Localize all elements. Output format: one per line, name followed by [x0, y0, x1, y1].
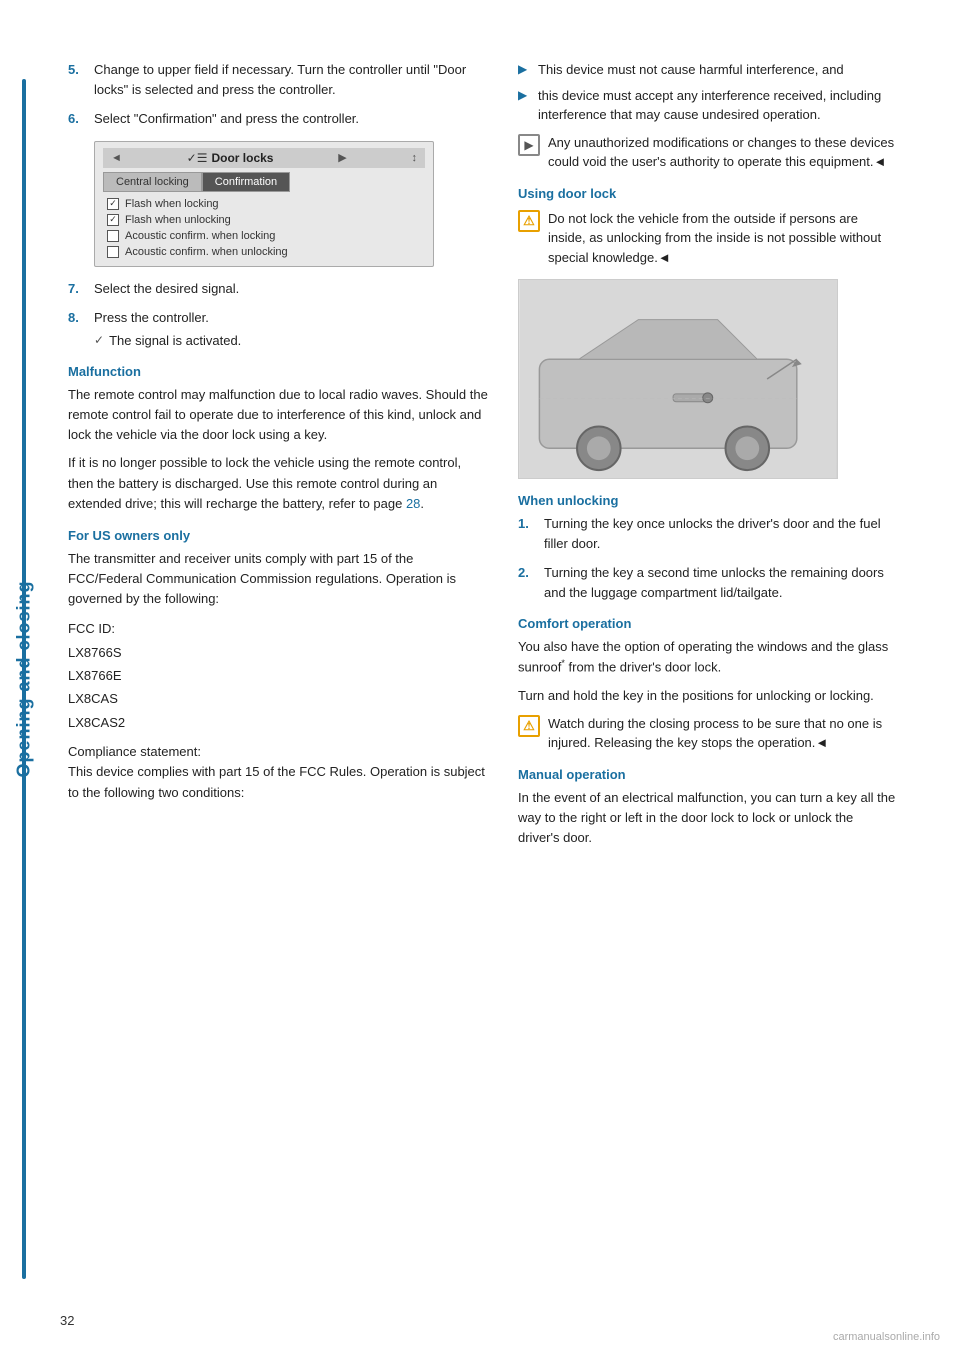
menu-arrow-right: ▶ [338, 151, 346, 164]
compliance-label: Compliance statement: [68, 744, 201, 759]
note-text: Any unauthorized modifications or change… [548, 133, 898, 172]
step-8: 8. Press the controller. ✓ The signal is… [68, 308, 488, 350]
fcc-id-val-2: LX8766E [68, 664, 488, 687]
fcc-id-val-3: LX8CAS [68, 687, 488, 710]
menu-row-4-text: Acoustic confirm. when unlocking [125, 246, 288, 258]
compliance-text: Compliance statement: This device compli… [68, 742, 488, 802]
menu-tab-central: Central locking [103, 172, 202, 192]
menu-square-3 [107, 230, 119, 242]
malfunction-heading: Malfunction [68, 364, 488, 379]
step-7-text: Select the desired signal. [94, 279, 239, 299]
menu-arrow-left: ◄ [111, 152, 122, 164]
unlock-step-1-text: Turning the key once unlocks the driver'… [544, 514, 898, 553]
left-column: 5. Change to upper field if necessary. T… [68, 60, 488, 1298]
menu-sort-icon: ↕ [411, 152, 417, 164]
door-lock-warning: ⚠ Do not lock the vehicle from the outsi… [518, 209, 898, 268]
warning-icon-1: ⚠ [518, 210, 540, 232]
menu-header: ◄ ✓☰ Door locks ▶ ↕ [103, 148, 425, 168]
bullet-item-1: ▶ This device must not cause harmful int… [518, 60, 898, 80]
menu-row-2-text: Flash when unlocking [125, 214, 231, 226]
menu-checkbox-1 [107, 198, 119, 210]
step-6-text: Select "Confirmation" and press the cont… [94, 109, 359, 129]
manual-operation-para1: In the event of an electrical malfunctio… [518, 788, 898, 848]
step-6-num: 6. [68, 109, 86, 129]
bullet-text-1: This device must not cause harmful inter… [538, 60, 844, 80]
malfunction-para2: If it is no longer possible to lock the … [68, 453, 488, 513]
unlock-step-1-num: 1. [518, 514, 536, 553]
warning-icon-2: ⚠ [518, 715, 540, 737]
step-6: 6. Select "Confirmation" and press the c… [68, 109, 488, 129]
menu-row-1: Flash when locking [103, 196, 425, 212]
sidebar-label: Opening and closing [14, 580, 35, 777]
comfort-operation-heading: Comfort operation [518, 616, 898, 631]
for-us-para1: The transmitter and receiver units compl… [68, 549, 488, 609]
unlock-step-1: 1. Turning the key once unlocks the driv… [518, 514, 898, 553]
step-8-num: 8. [68, 308, 86, 350]
step-8-sub: The signal is activated. [109, 331, 241, 351]
comfort-warning: ⚠ Watch during the closing process to be… [518, 714, 898, 753]
step-5-text: Change to upper field if necessary. Turn… [94, 60, 488, 99]
page-number: 32 [60, 1313, 74, 1328]
menu-tabs: Central locking Confirmation [103, 172, 425, 192]
page-link-28[interactable]: 28 [406, 496, 420, 511]
door-lock-warning-text: Do not lock the vehicle from the outside… [548, 209, 898, 268]
sidebar: Opening and closing [0, 0, 48, 1358]
for-us-heading: For US owners only [68, 528, 488, 543]
checkmark-icon: ✓ [94, 331, 104, 349]
car-door-image [518, 279, 838, 479]
menu-square-4 [107, 246, 119, 258]
unlock-step-2-num: 2. [518, 563, 536, 602]
menu-row-3-text: Acoustic confirm. when locking [125, 230, 275, 242]
note-icon: ▶ [518, 134, 540, 156]
fcc-id-val-4: LX8CAS2 [68, 711, 488, 734]
menu-row-1-text: Flash when locking [125, 198, 219, 210]
manual-operation-heading: Manual operation [518, 767, 898, 782]
when-unlocking-heading: When unlocking [518, 493, 898, 508]
menu-row-2: Flash when unlocking [103, 212, 425, 228]
compliance-body: This device complies with part 15 of the… [68, 764, 485, 799]
main-content: 5. Change to upper field if necessary. T… [48, 0, 960, 1358]
comfort-para2: Turn and hold the key in the positions f… [518, 686, 898, 706]
fcc-id-list: FCC ID: LX8766S LX8766E LX8CAS LX8CAS2 [68, 617, 488, 734]
menu-screenshot: ◄ ✓☰ Door locks ▶ ↕ Central locking Conf… [94, 141, 434, 267]
unlock-step-2-text: Turning the key a second time unlocks th… [544, 563, 898, 602]
menu-row-4: Acoustic confirm. when unlocking [103, 244, 425, 260]
fcc-id-val-1: LX8766S [68, 641, 488, 664]
right-column: ▶ This device must not cause harmful int… [518, 60, 898, 1298]
bullet-text-2: this device must accept any interference… [538, 86, 898, 125]
step-5-num: 5. [68, 60, 86, 99]
using-door-lock-heading: Using door lock [518, 186, 898, 201]
note-box: ▶ Any unauthorized modifications or chan… [518, 133, 898, 172]
comfort-warning-text: Watch during the closing process to be s… [548, 714, 898, 753]
fcc-id-label: FCC ID: [68, 617, 488, 640]
comfort-para1: You also have the option of operating th… [518, 637, 898, 678]
step-5: 5. Change to upper field if necessary. T… [68, 60, 488, 99]
menu-row-3: Acoustic confirm. when locking [103, 228, 425, 244]
car-illustration [519, 280, 837, 478]
menu-tab-confirmation: Confirmation [202, 172, 290, 192]
step-7: 7. Select the desired signal. [68, 279, 488, 299]
menu-title: Door locks [211, 151, 273, 165]
malfunction-para1: The remote control may malfunction due t… [68, 385, 488, 445]
bullet-arrow-1: ▶ [518, 62, 530, 76]
bullet-item-2: ▶ this device must accept any interferen… [518, 86, 898, 125]
step-8-text: Press the controller. [94, 310, 209, 325]
menu-header-center: ✓☰ Door locks [187, 151, 274, 165]
menu-checkmark-icon: ✓☰ [187, 151, 208, 165]
bullet-arrow-2: ▶ [518, 88, 530, 102]
step-7-num: 7. [68, 279, 86, 299]
menu-checkbox-2 [107, 214, 119, 226]
watermark: carmanualsonline.info [833, 1331, 940, 1343]
unlock-step-2: 2. Turning the key a second time unlocks… [518, 563, 898, 602]
sunroof-asterisk: * [561, 658, 565, 668]
